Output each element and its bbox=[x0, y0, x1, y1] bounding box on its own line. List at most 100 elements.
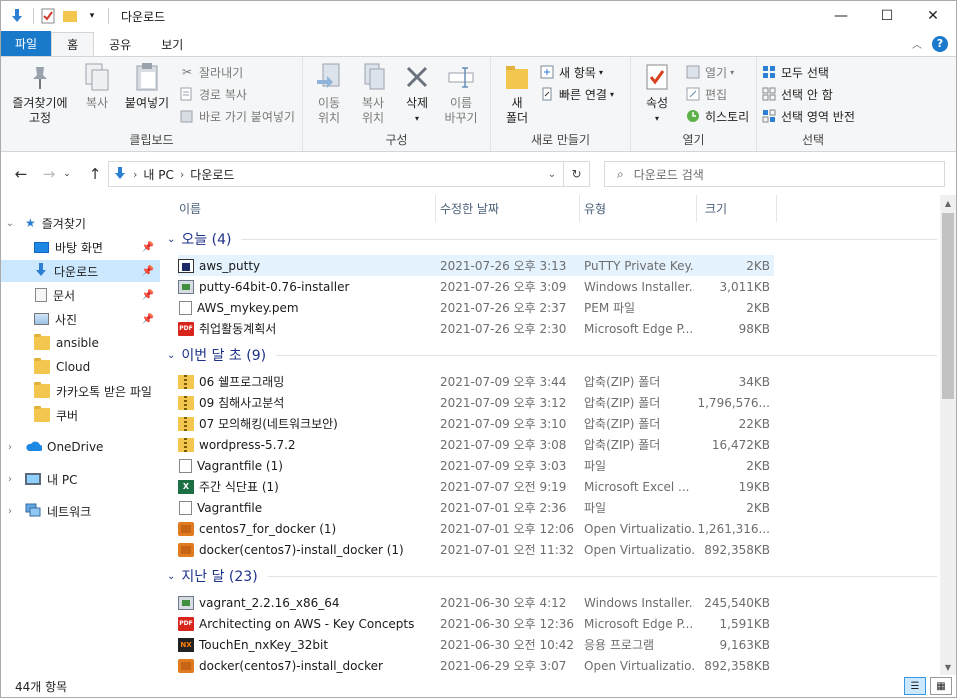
address-dropdown-icon[interactable]: ⌄ bbox=[541, 169, 563, 180]
properties-icon[interactable] bbox=[38, 6, 58, 26]
move-to-line1: 이동 bbox=[317, 96, 341, 110]
large-icons-view-icon[interactable]: ▦ bbox=[930, 677, 952, 695]
folder-icon bbox=[34, 358, 50, 374]
table-row[interactable]: centos7_for_docker (1) 2021-07-01 오후 12:… bbox=[178, 518, 774, 539]
table-row[interactable]: 07 모의해킹(네트워크보안) 2021-07-09 오후 3:10 압축(ZI… bbox=[178, 413, 774, 434]
copy-path-button[interactable]: 경로 복사 bbox=[179, 83, 295, 105]
address-bar[interactable]: › 내 PC › 다운로드 ⌄ ↻ bbox=[108, 161, 590, 187]
table-row[interactable]: docker(centos7)-install_docker 2021-06-2… bbox=[178, 655, 774, 675]
organize-group-label: 구성 bbox=[385, 133, 408, 147]
pin-icon: 📌 bbox=[141, 265, 154, 277]
file-date: 2021-07-26 오후 3:13 bbox=[440, 259, 567, 273]
nav-item-downloads[interactable]: 다운로드 📌 bbox=[1, 260, 160, 282]
table-row[interactable]: vagrant_2.2.16_x86_64 2021-06-30 오후 4:12… bbox=[178, 592, 774, 613]
file-type: 압축(ZIP) 폴더 bbox=[584, 417, 661, 431]
history-button[interactable]: 히스토리 bbox=[685, 105, 749, 127]
file-type: Open Virtualizatio... bbox=[584, 542, 694, 557]
easy-access-button[interactable]: 빠른 연결 ▾ bbox=[539, 83, 614, 105]
file-date: 2021-07-09 오후 3:12 bbox=[440, 396, 567, 410]
search-box[interactable]: ⌕ 다운로드 검색 bbox=[604, 161, 945, 187]
invert-selection-button[interactable]: 선택 영역 반전 bbox=[761, 105, 855, 127]
nav-item-kakaotalk[interactable]: 카카오톡 받은 파일 bbox=[1, 380, 160, 402]
table-row[interactable]: PDF 취업활동계획서 2021-07-26 오후 2:30 Microsoft … bbox=[178, 318, 774, 339]
file-size: 892,358KB bbox=[704, 658, 770, 673]
paste-shortcut-button[interactable]: 바로 가기 붙여넣기 bbox=[179, 105, 295, 127]
nav-item-desktop[interactable]: 바탕 화면 📌 bbox=[1, 236, 160, 258]
table-row[interactable]: 09 침해사고분석 2021-07-09 오후 3:12 압축(ZIP) 폴더 … bbox=[178, 392, 774, 413]
table-row[interactable]: putty-64bit-0.76-installer 2021-07-26 오후… bbox=[178, 276, 774, 297]
table-row[interactable]: PDF Architecting on AWS - Key Concepts 20… bbox=[178, 613, 774, 634]
nav-this-pc[interactable]: › 내 PC bbox=[1, 468, 160, 490]
expand-chevron-icon[interactable]: › bbox=[3, 506, 17, 517]
file-icon bbox=[179, 458, 192, 473]
file-type: 파일 bbox=[584, 501, 607, 515]
maximize-button[interactable]: ☐ bbox=[864, 1, 910, 31]
select-none-button[interactable]: 선택 안 함 bbox=[761, 83, 855, 105]
file-size: 34KB bbox=[738, 374, 770, 389]
edit-button[interactable]: 편집 bbox=[685, 83, 749, 105]
download-arrow-icon[interactable] bbox=[7, 6, 27, 26]
table-row[interactable]: Vagrantfile (1) 2021-07-09 오후 3:03 파일 2K… bbox=[178, 455, 774, 476]
details-view-icon[interactable]: ☰ bbox=[904, 677, 926, 695]
scrollbar-thumb[interactable] bbox=[942, 213, 954, 399]
column-header-type[interactable]: 유형 bbox=[580, 195, 697, 222]
group-header-early-this-month[interactable]: ⌄ 이번 달 초 (9) bbox=[167, 344, 937, 366]
picture-icon bbox=[34, 313, 49, 325]
vertical-scrollbar[interactable]: ▲ ▼ bbox=[940, 195, 956, 675]
group-header-last-month[interactable]: ⌄ 지난 달 (23) bbox=[167, 565, 937, 587]
scroll-down-icon[interactable]: ▼ bbox=[940, 659, 956, 675]
nav-item-kuber[interactable]: 쿠버 bbox=[1, 404, 160, 426]
nav-item-label: Cloud bbox=[56, 360, 91, 374]
table-row[interactable]: aws_putty 2021-07-26 오후 3:13 PuTTY Priva… bbox=[178, 255, 774, 276]
nav-onedrive[interactable]: › OneDrive bbox=[1, 436, 160, 458]
nav-network[interactable]: › 네트워크 bbox=[1, 500, 160, 522]
tab-view[interactable]: 보기 bbox=[146, 32, 198, 56]
column-header-size[interactable]: 크기 bbox=[697, 195, 777, 222]
column-header-name[interactable]: 이름 bbox=[161, 195, 436, 222]
minimize-button[interactable]: — bbox=[818, 1, 864, 31]
nav-item-cloud[interactable]: Cloud bbox=[1, 356, 160, 378]
breadcrumb-this-pc[interactable]: 내 PC bbox=[143, 166, 173, 183]
table-row[interactable]: NX TouchEn_nxKey_32bit 2021-06-30 오전 10:4… bbox=[178, 634, 774, 655]
table-row[interactable]: 06 쉘프로그래밍 2021-07-09 오후 3:44 압축(ZIP) 폴더 … bbox=[178, 371, 774, 392]
select-all-button[interactable]: 모두 선택 bbox=[761, 61, 855, 83]
column-header-date[interactable]: 수정한 날짜 ˇ bbox=[436, 195, 580, 222]
file-date: 2021-07-26 오후 3:09 bbox=[440, 280, 567, 294]
expand-chevron-icon[interactable]: › bbox=[3, 442, 17, 453]
table-row[interactable]: AWS_mykey.pem 2021-07-26 오후 2:37 PEM 파일 … bbox=[178, 297, 774, 318]
open-button[interactable]: 열기 ▾ bbox=[685, 61, 749, 83]
tab-share[interactable]: 공유 bbox=[94, 32, 146, 56]
close-button[interactable]: ✕ bbox=[910, 1, 956, 31]
refresh-icon[interactable]: ↻ bbox=[563, 162, 589, 186]
table-row[interactable]: wordpress-5.7.2 2021-07-09 오후 3:08 압축(ZI… bbox=[178, 434, 774, 455]
cut-button[interactable]: ✂ 잘라내기 bbox=[179, 61, 295, 83]
table-row[interactable]: Vagrantfile 2021-07-01 오후 2:36 파일 2KB bbox=[178, 497, 774, 518]
nav-quick-access[interactable]: ⌄ ★ 즐겨찾기 bbox=[1, 212, 160, 234]
file-name: 07 모의해킹(네트워크보안) bbox=[199, 417, 338, 431]
table-row[interactable]: docker(centos7)-install_docker (1) 2021-… bbox=[178, 539, 774, 560]
tab-home[interactable]: 홈 bbox=[51, 32, 95, 56]
new-folder-icon[interactable] bbox=[60, 6, 80, 26]
file-size: 2KB bbox=[746, 258, 770, 273]
tab-file[interactable]: 파일 bbox=[1, 31, 52, 56]
table-row[interactable]: X 주간 식단표 (1) 2021-07-07 오전 9:19 Microsoft… bbox=[178, 476, 774, 497]
forward-button[interactable]: → bbox=[37, 162, 61, 186]
new-item-button[interactable]: 새 항목 ▾ bbox=[539, 61, 614, 83]
nav-item-documents[interactable]: 문서 📌 bbox=[1, 284, 160, 306]
back-button[interactable]: ← bbox=[9, 162, 33, 186]
recent-locations-button[interactable]: ⌄ bbox=[61, 162, 73, 186]
collapse-chevron-icon[interactable]: ⌄ bbox=[3, 218, 17, 229]
up-button[interactable]: ↑ bbox=[83, 162, 107, 186]
scroll-up-icon[interactable]: ▲ bbox=[940, 195, 956, 211]
nav-item-pictures[interactable]: 사진 📌 bbox=[1, 308, 160, 330]
nav-item-ansible[interactable]: ansible bbox=[1, 332, 160, 354]
group-title: 지난 달 (23) bbox=[181, 569, 258, 585]
expand-chevron-icon[interactable]: › bbox=[3, 474, 17, 485]
collapse-ribbon-icon[interactable]: ︿ bbox=[912, 36, 922, 51]
help-icon[interactable]: ? bbox=[932, 35, 948, 52]
group-header-today[interactable]: ⌄ 오늘 (4) bbox=[167, 228, 937, 250]
customize-toolbar-icon[interactable]: ▾ bbox=[82, 6, 102, 26]
breadcrumb-downloads[interactable]: 다운로드 bbox=[190, 166, 234, 183]
new-folder-line1: 새 bbox=[511, 96, 523, 110]
file-date: 2021-07-01 오후 12:06 bbox=[440, 522, 575, 536]
